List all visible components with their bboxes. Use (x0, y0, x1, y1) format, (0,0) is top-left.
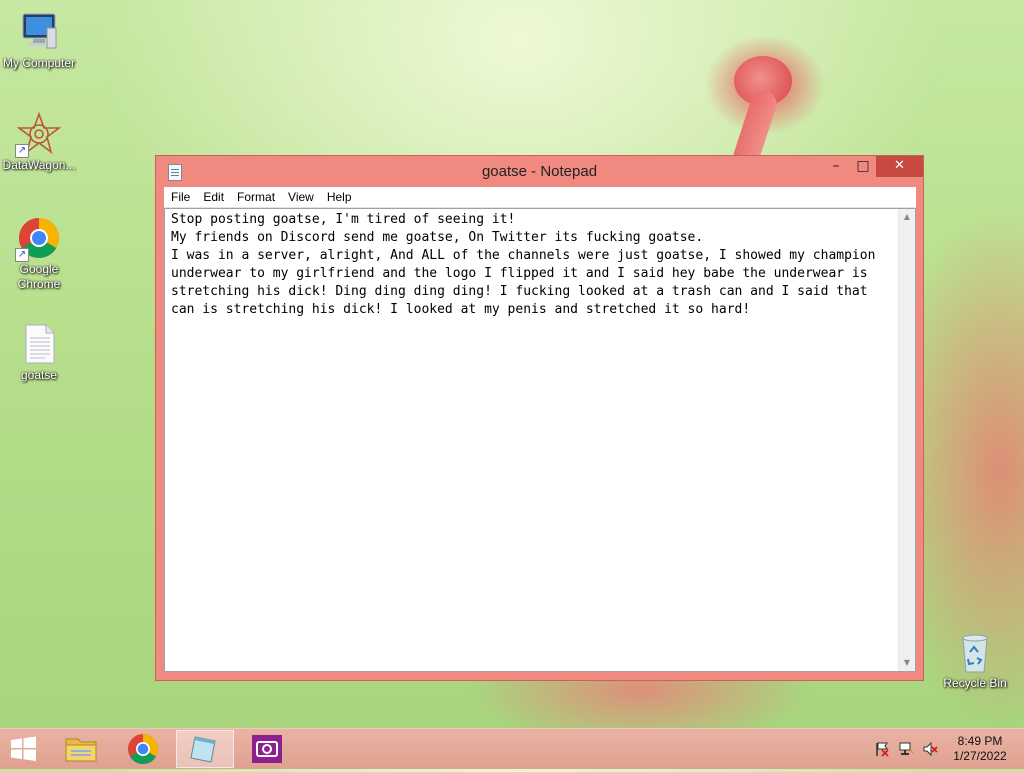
desktop-icon-my-computer[interactable]: My Computer (0, 10, 78, 71)
network-icon[interactable] (898, 741, 914, 757)
camera-app-icon (252, 735, 282, 763)
desktop-icon-label: Google Chrome (17, 262, 61, 291)
desktop-icon-datawagon[interactable]: ↗ DataWagon... (0, 111, 78, 173)
volume-muted-icon[interactable] (922, 741, 938, 757)
chrome-icon: ↗ (15, 216, 61, 262)
chrome-icon (128, 734, 159, 765)
desktop-icon-label: Recycle Bin (943, 676, 1007, 690)
desktop-icon-google-chrome[interactable]: ↗ Google Chrome (0, 216, 78, 292)
editor-content[interactable]: Stop posting goatse, I'm tired of seeing… (171, 211, 895, 319)
menu-view[interactable]: View (281, 187, 320, 204)
maximize-button[interactable]: □ (850, 156, 876, 177)
menu-bar: File Edit Format View Help (164, 187, 916, 208)
taskbar-chrome[interactable] (114, 730, 172, 768)
taskbar-camera-app[interactable] (238, 730, 296, 768)
start-button[interactable] (0, 730, 58, 768)
shortcut-arrow-icon: ↗ (15, 248, 29, 262)
menu-help[interactable]: Help (320, 187, 358, 204)
scroll-up-icon[interactable]: ▲ (899, 209, 915, 225)
desktop-icon-recycle-bin[interactable]: Recycle Bin (936, 630, 1014, 691)
clock-time: 8:49 PM (957, 734, 1003, 748)
taskbar-notepad[interactable] (176, 730, 234, 768)
menu-file[interactable]: File (164, 187, 196, 204)
text-file-icon (17, 322, 61, 366)
start-icon (11, 736, 36, 761)
text-editor[interactable]: Stop posting goatse, I'm tired of seeing… (164, 208, 916, 672)
title-bar[interactable]: goatse - Notepad – □ ✕ (156, 156, 923, 187)
action-center-flag-icon[interactable] (874, 741, 890, 757)
desktop-icon-label: My Computer (2, 56, 76, 70)
minimize-button[interactable]: – (822, 156, 850, 177)
window-title: goatse - Notepad (481, 163, 598, 180)
close-button[interactable]: ✕ (876, 156, 923, 177)
computer-icon (17, 10, 61, 54)
shortcut-arrow-icon: ↗ (15, 144, 29, 158)
clock-date: 1/27/2022 (953, 749, 1007, 763)
menu-edit[interactable]: Edit (196, 187, 230, 204)
desktop-icon-label: DataWagon... (2, 158, 76, 172)
scroll-down-icon[interactable]: ▼ (899, 655, 915, 671)
vertical-scrollbar[interactable]: ▲ ▼ (898, 209, 915, 671)
desktop-icon-goatse-file[interactable]: goatse (0, 322, 78, 383)
datawagon-logo-icon: ↗ (15, 111, 62, 158)
recycle-bin-icon (953, 630, 997, 674)
notepad-icon (190, 736, 216, 763)
taskbar: 8:49 PM 1/27/2022 (0, 728, 1024, 769)
menu-format[interactable]: Format (230, 187, 281, 204)
taskbar-file-explorer[interactable] (52, 730, 110, 768)
taskbar-clock[interactable]: 8:49 PM 1/27/2022 (950, 734, 1010, 764)
file-explorer-icon (65, 738, 97, 762)
desktop-icon-label: goatse (20, 368, 58, 382)
notepad-window: goatse - Notepad – □ ✕ File Edit Format Vie… (155, 155, 924, 681)
